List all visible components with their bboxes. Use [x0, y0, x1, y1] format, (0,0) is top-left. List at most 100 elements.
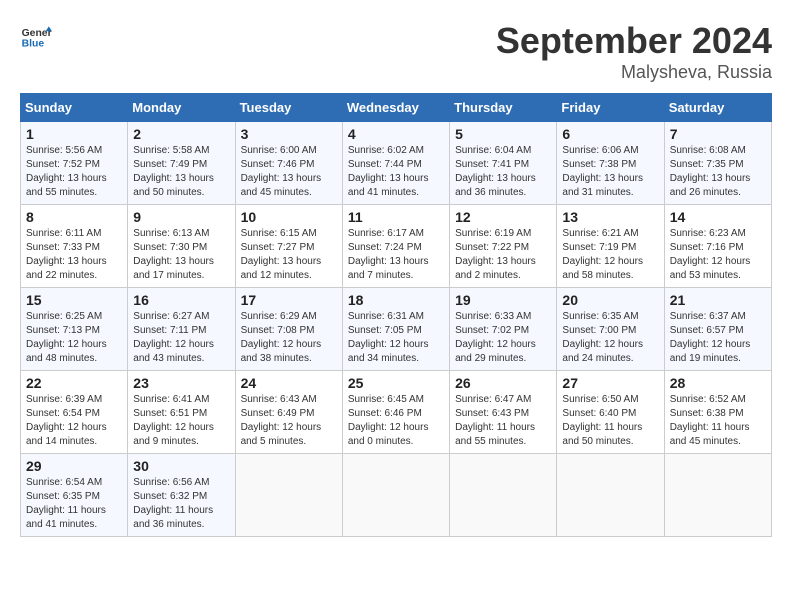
day-info: Sunrise: 6:27 AM Sunset: 7:11 PM Dayligh… [133, 310, 229, 366]
day-number: 23 [133, 375, 229, 391]
logo-icon: General Blue [20, 20, 52, 52]
table-row: 23Sunrise: 6:41 AM Sunset: 6:51 PM Dayli… [128, 371, 235, 454]
day-number: 11 [348, 209, 444, 225]
day-info: Sunrise: 6:15 AM Sunset: 7:27 PM Dayligh… [241, 227, 337, 283]
day-number: 20 [562, 292, 658, 308]
table-row: 26 Sunrise: 6:47 AM Sunset: 6:43 PM Dayli… [450, 371, 557, 454]
table-row: 7 Sunrise: 6:08 AM Sunset: 7:35 PM Daylig… [664, 122, 771, 205]
title-area: September 2024 Malysheva, Russia [496, 20, 772, 83]
calendar-table: Sunday Monday Tuesday Wednesday Thursday… [20, 93, 772, 537]
table-row [664, 454, 771, 537]
day-number: 6 [562, 126, 658, 142]
day-info: Sunrise: 6:25 AM Sunset: 7:13 PM Dayligh… [26, 310, 122, 366]
day-info: Sunrise: 6:17 AM Sunset: 7:24 PM Dayligh… [348, 227, 444, 283]
day-number: 4 [348, 126, 444, 142]
calendar-week-row: 15 Sunrise: 6:25 AM Sunset: 7:13 PM Dayli… [21, 288, 772, 371]
table-row: 6 Sunrise: 6:06 AM Sunset: 7:38 PM Daylig… [557, 122, 664, 205]
day-info: Sunrise: 6:11 AM Sunset: 7:33 PM Dayligh… [26, 227, 122, 283]
col-tuesday: Tuesday [235, 94, 342, 122]
day-number: 30 [133, 458, 229, 474]
day-number: 15 [26, 292, 122, 308]
table-row: 3 Sunrise: 6:00 AM Sunset: 7:46 PM Daylig… [235, 122, 342, 205]
col-thursday: Thursday [450, 94, 557, 122]
day-number: 17 [241, 292, 337, 308]
table-row: 10Sunrise: 6:15 AM Sunset: 7:27 PM Dayli… [235, 205, 342, 288]
table-row: 22 Sunrise: 6:39 AM Sunset: 6:54 PM Dayli… [21, 371, 128, 454]
col-monday: Monday [128, 94, 235, 122]
day-number: 14 [670, 209, 766, 225]
day-info: Sunrise: 6:23 AM Sunset: 7:16 PM Dayligh… [670, 227, 766, 283]
day-info: Sunrise: 6:54 AM Sunset: 6:35 PM Dayligh… [26, 476, 122, 532]
day-info: Sunrise: 6:00 AM Sunset: 7:46 PM Dayligh… [241, 144, 337, 200]
table-row: 25Sunrise: 6:45 AM Sunset: 6:46 PM Dayli… [342, 371, 449, 454]
table-row: 20 Sunrise: 6:35 AM Sunset: 7:00 PM Dayli… [557, 288, 664, 371]
table-row [557, 454, 664, 537]
logo: General Blue [20, 20, 52, 52]
svg-text:Blue: Blue [22, 38, 45, 49]
day-number: 3 [241, 126, 337, 142]
day-number: 13 [562, 209, 658, 225]
day-number: 8 [26, 209, 122, 225]
table-row: 16 Sunrise: 6:27 AM Sunset: 7:11 PM Dayli… [128, 288, 235, 371]
day-info: Sunrise: 6:50 AM Sunset: 6:40 PM Dayligh… [562, 393, 658, 449]
table-row: 21Sunrise: 6:37 AM Sunset: 6:57 PM Dayli… [664, 288, 771, 371]
calendar-week-row: 8 Sunrise: 6:11 AM Sunset: 7:33 PM Daylig… [21, 205, 772, 288]
day-info: Sunrise: 6:56 AM Sunset: 6:32 PM Dayligh… [133, 476, 229, 532]
col-wednesday: Wednesday [342, 94, 449, 122]
table-row: 14 Sunrise: 6:23 AM Sunset: 7:16 PM Dayli… [664, 205, 771, 288]
day-info: Sunrise: 6:35 AM Sunset: 7:00 PM Dayligh… [562, 310, 658, 366]
day-info: Sunrise: 6:08 AM Sunset: 7:35 PM Dayligh… [670, 144, 766, 200]
table-row: 15 Sunrise: 6:25 AM Sunset: 7:13 PM Dayli… [21, 288, 128, 371]
page-header: General Blue September 2024 Malysheva, R… [20, 20, 772, 83]
day-info: Sunrise: 6:02 AM Sunset: 7:44 PM Dayligh… [348, 144, 444, 200]
day-number: 18 [348, 292, 444, 308]
day-info: Sunrise: 6:47 AM Sunset: 6:43 PM Dayligh… [455, 393, 551, 449]
table-row [235, 454, 342, 537]
day-number: 28 [670, 375, 766, 391]
table-row: 30 Sunrise: 6:56 AM Sunset: 6:32 PM Dayli… [128, 454, 235, 537]
day-info: Sunrise: 5:58 AM Sunset: 7:49 PM Dayligh… [133, 144, 229, 200]
day-number: 16 [133, 292, 229, 308]
table-row: 17 Sunrise: 6:29 AM Sunset: 7:08 PM Dayli… [235, 288, 342, 371]
col-saturday: Saturday [664, 94, 771, 122]
table-row [342, 454, 449, 537]
table-row: 19 Sunrise: 6:33 AM Sunset: 7:02 PM Dayli… [450, 288, 557, 371]
table-row: 24 Sunrise: 6:43 AM Sunset: 6:49 PM Dayli… [235, 371, 342, 454]
day-info: Sunrise: 6:45 AM Sunset: 6:46 PM Dayligh… [348, 393, 444, 449]
day-info: Sunrise: 6:31 AM Sunset: 7:05 PM Dayligh… [348, 310, 444, 366]
day-number: 22 [26, 375, 122, 391]
table-row: 5 Sunrise: 6:04 AM Sunset: 7:41 PM Daylig… [450, 122, 557, 205]
day-info: Sunrise: 6:52 AM Sunset: 6:38 PM Dayligh… [670, 393, 766, 449]
day-number: 19 [455, 292, 551, 308]
day-info: Sunrise: 6:06 AM Sunset: 7:38 PM Dayligh… [562, 144, 658, 200]
day-info: Sunrise: 6:37 AM Sunset: 6:57 PM Dayligh… [670, 310, 766, 366]
day-info: Sunrise: 6:04 AM Sunset: 7:41 PM Dayligh… [455, 144, 551, 200]
day-info: Sunrise: 6:33 AM Sunset: 7:02 PM Dayligh… [455, 310, 551, 366]
day-number: 2 [133, 126, 229, 142]
day-number: 7 [670, 126, 766, 142]
table-row: 1Sunrise: 5:56 AM Sunset: 7:52 PM Daylig… [21, 122, 128, 205]
day-info: Sunrise: 6:43 AM Sunset: 6:49 PM Dayligh… [241, 393, 337, 449]
table-row [450, 454, 557, 537]
location-title: Malysheva, Russia [496, 62, 772, 83]
day-number: 5 [455, 126, 551, 142]
month-title: September 2024 [496, 20, 772, 62]
table-row: 8 Sunrise: 6:11 AM Sunset: 7:33 PM Daylig… [21, 205, 128, 288]
day-number: 12 [455, 209, 551, 225]
table-row: 2 Sunrise: 5:58 AM Sunset: 7:49 PM Daylig… [128, 122, 235, 205]
table-row: 4 Sunrise: 6:02 AM Sunset: 7:44 PM Daylig… [342, 122, 449, 205]
day-info: Sunrise: 6:29 AM Sunset: 7:08 PM Dayligh… [241, 310, 337, 366]
day-info: Sunrise: 6:39 AM Sunset: 6:54 PM Dayligh… [26, 393, 122, 449]
day-number: 24 [241, 375, 337, 391]
table-row: 28 Sunrise: 6:52 AM Sunset: 6:38 PM Dayli… [664, 371, 771, 454]
table-row: 12Sunrise: 6:19 AM Sunset: 7:22 PM Dayli… [450, 205, 557, 288]
calendar-week-row: 29Sunrise: 6:54 AM Sunset: 6:35 PM Dayli… [21, 454, 772, 537]
table-row: 18 Sunrise: 6:31 AM Sunset: 7:05 PM Dayli… [342, 288, 449, 371]
table-row: 27Sunrise: 6:50 AM Sunset: 6:40 PM Dayli… [557, 371, 664, 454]
calendar-week-row: 22 Sunrise: 6:39 AM Sunset: 6:54 PM Dayli… [21, 371, 772, 454]
day-number: 26 [455, 375, 551, 391]
day-number: 9 [133, 209, 229, 225]
day-info: Sunrise: 6:21 AM Sunset: 7:19 PM Dayligh… [562, 227, 658, 283]
day-info: Sunrise: 5:56 AM Sunset: 7:52 PM Dayligh… [26, 144, 122, 200]
col-friday: Friday [557, 94, 664, 122]
